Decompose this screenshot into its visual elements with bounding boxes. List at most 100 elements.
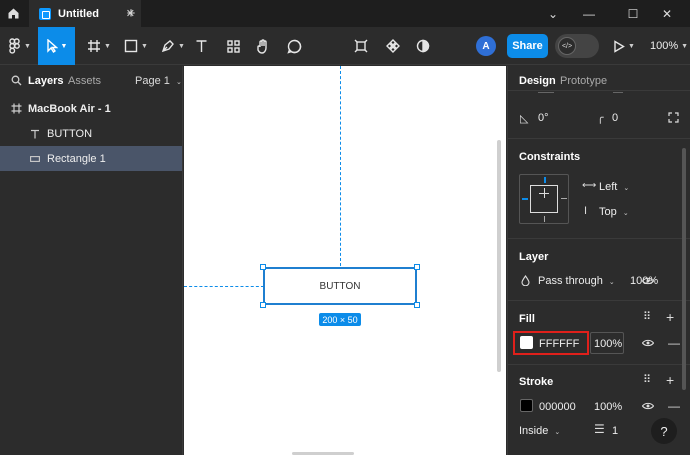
- new-tab-button[interactable]: +: [122, 4, 140, 22]
- move-tool[interactable]: ▼: [38, 27, 75, 65]
- rectangle-icon: [30, 155, 40, 162]
- add-fill-icon[interactable]: +: [666, 309, 674, 325]
- highlight-box: [513, 331, 589, 355]
- chevron-down-icon: ▼: [628, 42, 635, 50]
- horizontal-constraint-value: Left: [599, 181, 618, 193]
- selected-rectangle[interactable]: BUTTON: [263, 267, 417, 305]
- comment-tool[interactable]: [283, 27, 305, 65]
- resize-handle-bottom-right[interactable]: [414, 302, 420, 308]
- text-tool[interactable]: [191, 27, 211, 65]
- text-icon: [31, 129, 39, 138]
- present-button[interactable]: ▼: [610, 27, 638, 65]
- vertical-constraint-select[interactable]: Top ⌄: [599, 206, 629, 218]
- divider: [508, 300, 690, 301]
- resources-tool[interactable]: [222, 27, 244, 65]
- pen-icon: [161, 40, 174, 53]
- eye-icon[interactable]: [642, 339, 654, 347]
- share-button[interactable]: Share: [507, 34, 548, 58]
- styles-grid-icon[interactable]: ⠿: [643, 373, 651, 386]
- divider: [508, 90, 690, 91]
- avatar[interactable]: A: [476, 36, 496, 56]
- resize-handle-top-left[interactable]: [260, 264, 266, 270]
- chevron-down-icon: ▼: [178, 42, 185, 50]
- create-component-button[interactable]: [382, 27, 404, 65]
- chevron-down-icon: ⌄: [622, 210, 629, 217]
- constraint-right[interactable]: [561, 198, 567, 199]
- chevron-down-icon: ⌄: [554, 429, 561, 436]
- shape-tool[interactable]: ▼: [118, 27, 154, 65]
- layer-row-rectangle[interactable]: Rectangle 1: [0, 146, 182, 171]
- layer-label: Rectangle 1: [47, 152, 106, 165]
- fill-opacity-box[interactable]: 100%: [590, 332, 624, 354]
- resize-handle-bottom-left[interactable]: [260, 302, 266, 308]
- canvas[interactable]: BUTTON 200 × 50: [184, 66, 506, 455]
- page-selector[interactable]: Page 1 ⌄: [135, 75, 182, 87]
- rotation-field[interactable]: 0°: [538, 112, 549, 124]
- eye-icon[interactable]: [642, 402, 654, 410]
- play-icon: [614, 39, 625, 53]
- chevron-down-icon: ▼: [60, 42, 68, 50]
- chevron-down-icon: ⌄: [175, 79, 182, 86]
- remove-fill-icon[interactable]: —: [668, 336, 680, 350]
- tab-prototype[interactable]: Prototype: [560, 75, 607, 87]
- stroke-position-select[interactable]: Inside ⌄: [519, 425, 560, 437]
- divider: [508, 138, 690, 139]
- tab-assets[interactable]: Assets: [68, 75, 101, 87]
- layer-row-frame[interactable]: MacBook Air - 1: [0, 96, 182, 121]
- styles-grid-icon[interactable]: ⠿: [643, 310, 651, 323]
- panel-scrollbar[interactable]: [682, 148, 686, 390]
- canvas-scrollbar-vertical[interactable]: [497, 140, 501, 372]
- corner-radius-icon: ╭: [597, 112, 604, 124]
- properties-panel: Design Prototype ◺ 0° ╭ 0 Constraints ⟷ …: [507, 66, 690, 455]
- stroke-color-swatch[interactable]: [520, 399, 533, 412]
- close-window-button[interactable]: ✕: [644, 0, 690, 27]
- minimize-button[interactable]: —: [566, 0, 612, 27]
- remove-stroke-icon[interactable]: —: [668, 399, 680, 413]
- cursor-icon: [46, 39, 58, 53]
- stroke-opacity-field[interactable]: 100%: [594, 401, 622, 413]
- pen-tool[interactable]: ▼: [155, 27, 191, 65]
- figma-logo-icon: [9, 38, 20, 54]
- home-button[interactable]: [0, 0, 27, 27]
- eye-icon[interactable]: [642, 277, 654, 285]
- components-icon: [226, 39, 240, 53]
- chevron-down-icon: ▼: [141, 42, 148, 50]
- help-button[interactable]: ?: [651, 418, 677, 444]
- chevron-down-icon: ▼: [24, 42, 31, 50]
- resize-handle-top-right[interactable]: [414, 264, 420, 270]
- corner-radius-field[interactable]: 0: [612, 112, 618, 124]
- constraint-left-active[interactable]: [522, 198, 528, 200]
- hand-tool[interactable]: [252, 27, 274, 65]
- frame-icon: [88, 40, 101, 52]
- layer-row-text[interactable]: BUTTON: [0, 121, 182, 146]
- horizontal-constraint-select[interactable]: Left ⌄: [599, 181, 629, 193]
- left-panel-tabs: Layers Assets Page 1 ⌄: [0, 66, 183, 94]
- zoom-dropdown[interactable]: 100% ▼: [650, 27, 688, 65]
- independent-corners-icon[interactable]: [668, 112, 679, 123]
- constraint-bottom[interactable]: [544, 216, 545, 222]
- blend-mode-select[interactable]: Pass through ⌄: [538, 275, 615, 287]
- home-icon: [8, 8, 19, 19]
- measure-guide-horizontal: [184, 286, 264, 287]
- frame-tool[interactable]: ▼: [80, 27, 118, 65]
- constraint-top-active[interactable]: [544, 177, 546, 183]
- tab-layers[interactable]: Layers: [28, 75, 63, 87]
- tab-design[interactable]: Design: [519, 75, 556, 87]
- text-icon: [196, 40, 206, 52]
- dev-mode-toggle[interactable]: </>: [555, 34, 599, 58]
- chevron-down-icon: ⌄: [623, 185, 630, 192]
- contrast-button[interactable]: [412, 27, 434, 65]
- divider: [508, 238, 690, 239]
- constraints-widget[interactable]: [519, 174, 569, 224]
- fill-title: Fill: [519, 313, 535, 325]
- horizontal-constraint-icon: ⟷: [582, 180, 597, 191]
- search-icon[interactable]: [11, 75, 22, 86]
- main-menu-button[interactable]: ▼: [4, 27, 36, 65]
- stroke-weight-field[interactable]: 1: [612, 425, 618, 437]
- stroke-hex-field[interactable]: 000000: [539, 401, 576, 413]
- add-stroke-icon[interactable]: +: [666, 372, 674, 388]
- hand-icon: [257, 38, 267, 54]
- layer-label: BUTTON: [47, 127, 93, 140]
- crop-button[interactable]: [350, 27, 372, 65]
- chevron-down-icon: ▼: [104, 42, 111, 50]
